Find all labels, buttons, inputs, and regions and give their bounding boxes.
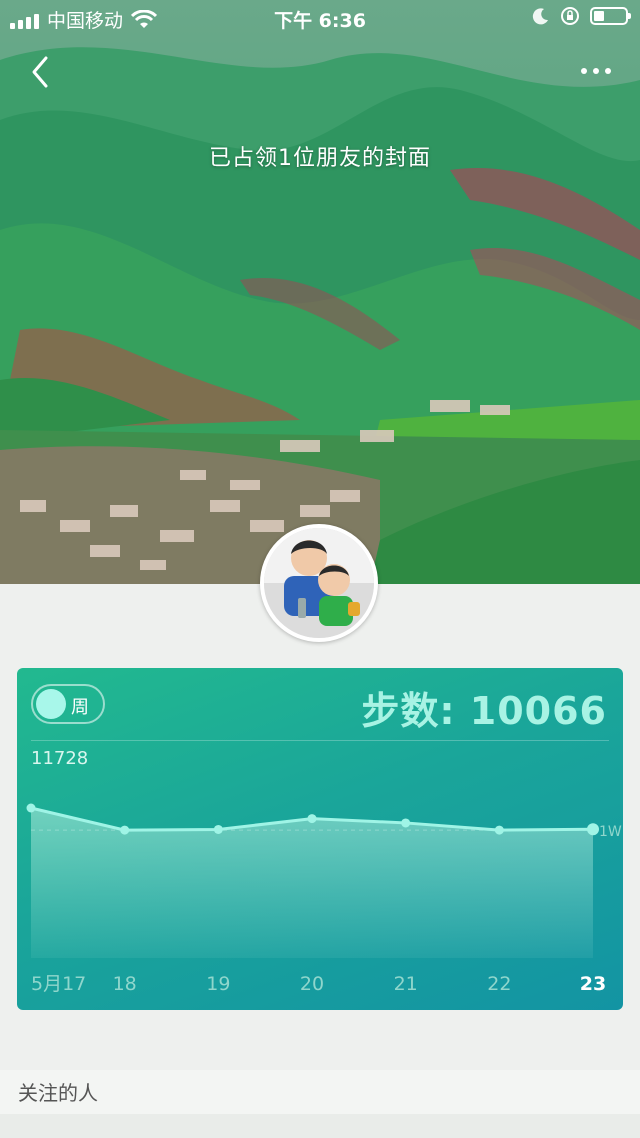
- x-tick-label: 19: [206, 973, 230, 995]
- data-point: [494, 825, 504, 835]
- back-button[interactable]: [22, 52, 62, 92]
- data-point: [401, 818, 411, 828]
- data-point: [26, 803, 36, 813]
- steps-area-chart: 1W 5月17 18 19 20 21 22 23: [26, 803, 622, 995]
- x-tick-label: 18: [113, 973, 137, 995]
- cover-title: 已占领1位朋友的封面: [209, 146, 431, 171]
- status-right: [532, 6, 631, 26]
- data-point: [120, 825, 130, 835]
- more-button[interactable]: [576, 56, 616, 86]
- screen: 中国移动 下午 6:36 已占领1位朋友的封面 周 步数: 10066 1172…: [0, 0, 640, 1138]
- cover-image[interactable]: 中国移动 下午 6:36 已占领1位朋友的封面: [0, 0, 640, 584]
- data-point: [587, 823, 599, 836]
- data-point: [307, 814, 317, 824]
- battery-icon: [590, 7, 631, 25]
- landscape-image: [0, 0, 640, 584]
- x-tick-label: 22: [487, 973, 511, 995]
- x-tick-label: 23: [580, 973, 606, 995]
- reference-line-label: 1W: [599, 824, 622, 840]
- avatar[interactable]: [260, 524, 378, 642]
- data-point: [213, 824, 223, 834]
- following-header: 关注的人: [0, 1070, 640, 1114]
- status-bar: 中国移动 下午 6:36: [0, 0, 640, 36]
- avatar-photo: [264, 528, 374, 638]
- chevron-left-icon: [32, 56, 48, 88]
- x-tick-label: 5月17: [31, 973, 86, 995]
- x-tick-label: 21: [394, 973, 418, 995]
- following-list: [0, 1114, 640, 1138]
- rotation-lock-icon: [561, 7, 579, 25]
- moon-icon: [532, 8, 548, 25]
- x-tick-label: 20: [300, 973, 324, 995]
- ellipsis-icon: [581, 68, 611, 74]
- steps-chart-card: 周 步数: 10066 11728 1W 5月17 18 19 20 21 22 23: [17, 668, 623, 1010]
